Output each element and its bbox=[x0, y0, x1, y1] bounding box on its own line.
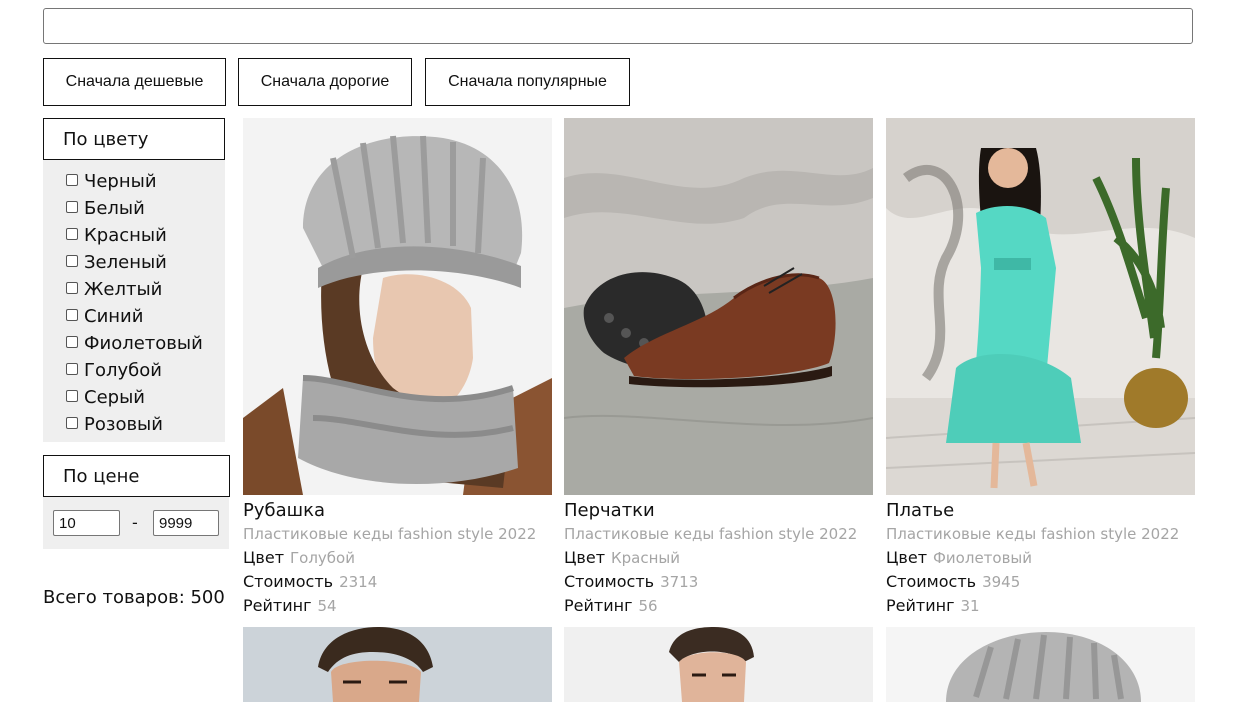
product-image-dress[interactable] bbox=[886, 118, 1195, 495]
color-option-label: Фиолетовый bbox=[84, 333, 203, 354]
product-description: Пластиковые кеды fashion style 2022 bbox=[886, 525, 1180, 543]
color-filter-title: По цвету bbox=[43, 118, 225, 160]
product-price-value: 2314 bbox=[339, 573, 378, 591]
product-color-value: Фиолетовый bbox=[933, 549, 1033, 567]
color-option-red[interactable]: Красный bbox=[66, 222, 203, 249]
product-image-hat-scarf[interactable] bbox=[243, 118, 552, 495]
product-image-shoes[interactable] bbox=[564, 118, 873, 495]
color-option-label: Серый bbox=[84, 387, 145, 408]
product-rating-row: Рейтинг 31 bbox=[886, 596, 1195, 616]
product-price-row: Стоимость 3945 bbox=[886, 572, 1195, 592]
product-rating-row: Рейтинг 56 bbox=[564, 596, 873, 616]
checkbox[interactable] bbox=[66, 254, 78, 267]
checkbox[interactable] bbox=[66, 389, 78, 402]
color-option-green[interactable]: Зеленый bbox=[66, 249, 203, 276]
checkbox[interactable] bbox=[66, 335, 78, 348]
product-price-value: 3945 bbox=[982, 573, 1021, 591]
rating-label: Рейтинг bbox=[564, 596, 633, 615]
color-option-label: Белый bbox=[84, 198, 145, 219]
checkbox[interactable] bbox=[66, 227, 78, 240]
product-card[interactable]: Перчатки Пластиковые кеды fashion style … bbox=[564, 118, 873, 616]
color-option-white[interactable]: Белый bbox=[66, 195, 203, 222]
product-card[interactable] bbox=[564, 627, 873, 702]
product-rating-value: 56 bbox=[638, 597, 658, 615]
sort-expensive-first-button[interactable]: Сначала дорогие bbox=[238, 58, 412, 106]
checkbox[interactable] bbox=[66, 308, 78, 321]
product-card[interactable] bbox=[886, 627, 1195, 702]
color-option-light-blue[interactable]: Голубой bbox=[66, 357, 203, 384]
color-option-black[interactable]: Черный bbox=[66, 168, 203, 195]
product-color-value: Красный bbox=[611, 549, 681, 567]
price-label: Стоимость bbox=[564, 572, 655, 591]
product-rating-row: Рейтинг 54 bbox=[243, 596, 552, 616]
color-filter-list: Черный Белый Красный Зеленый Желтый Сини… bbox=[66, 168, 203, 438]
price-label: Стоимость bbox=[886, 572, 977, 591]
product-description: Пластиковые кеды fashion style 2022 bbox=[564, 525, 858, 543]
product-card[interactable] bbox=[243, 627, 552, 702]
sort-popular-first-button[interactable]: Сначала популярные bbox=[425, 58, 630, 106]
checkbox[interactable] bbox=[66, 173, 78, 186]
search-input[interactable] bbox=[43, 8, 1193, 44]
product-color-value: Голубой bbox=[290, 549, 355, 567]
product-title[interactable]: Перчатки bbox=[564, 500, 873, 521]
price-label: Стоимость bbox=[243, 572, 334, 591]
price-max-input[interactable]: 9999 bbox=[153, 510, 219, 536]
rating-label: Рейтинг bbox=[886, 596, 955, 615]
color-option-label: Зеленый bbox=[84, 252, 167, 273]
color-option-yellow[interactable]: Желтый bbox=[66, 276, 203, 303]
product-title[interactable]: Платье bbox=[886, 500, 1195, 521]
color-label: Цвет bbox=[243, 548, 285, 567]
product-image-young-man[interactable] bbox=[564, 627, 873, 702]
color-option-blue[interactable]: Синий bbox=[66, 303, 203, 330]
color-option-label: Розовый bbox=[84, 414, 163, 435]
color-label: Цвет bbox=[886, 548, 928, 567]
checkbox[interactable] bbox=[66, 362, 78, 375]
sort-cheap-first-button[interactable]: Сначала дешевые bbox=[43, 58, 226, 106]
rating-label: Рейтинг bbox=[243, 596, 312, 615]
product-title[interactable]: Рубашка bbox=[243, 500, 552, 521]
color-option-label: Красный bbox=[84, 225, 167, 246]
color-label: Цвет bbox=[564, 548, 606, 567]
price-range-separator: - bbox=[132, 513, 138, 532]
product-price-row: Стоимость 2314 bbox=[243, 572, 552, 592]
product-card[interactable]: Рубашка Пластиковые кеды fashion style 2… bbox=[243, 118, 552, 616]
checkbox[interactable] bbox=[66, 281, 78, 294]
product-image-man-portrait[interactable] bbox=[243, 627, 552, 702]
product-color-row: Цвет Красный bbox=[564, 548, 873, 568]
color-option-label: Голубой bbox=[84, 360, 162, 381]
color-option-label: Желтый bbox=[84, 279, 163, 300]
color-option-purple[interactable]: Фиолетовый bbox=[66, 330, 203, 357]
product-card[interactable]: Платье Пластиковые кеды fashion style 20… bbox=[886, 118, 1195, 616]
checkbox[interactable] bbox=[66, 416, 78, 429]
checkbox[interactable] bbox=[66, 200, 78, 213]
product-color-row: Цвет Голубой bbox=[243, 548, 552, 568]
price-min-input[interactable]: 10 bbox=[53, 510, 120, 536]
total-products-count: Всего товаров: 500 bbox=[43, 587, 225, 608]
product-price-value: 3713 bbox=[660, 573, 699, 591]
color-option-label: Черный bbox=[84, 171, 157, 192]
product-image-knit-hat[interactable] bbox=[886, 627, 1195, 702]
product-color-row: Цвет Фиолетовый bbox=[886, 548, 1195, 568]
product-description: Пластиковые кеды fashion style 2022 bbox=[243, 525, 537, 543]
product-rating-value: 54 bbox=[317, 597, 337, 615]
product-price-row: Стоимость 3713 bbox=[564, 572, 873, 592]
price-filter-title: По цене bbox=[43, 455, 230, 497]
product-rating-value: 31 bbox=[960, 597, 980, 615]
color-option-label: Синий bbox=[84, 306, 144, 327]
color-option-pink[interactable]: Розовый bbox=[66, 411, 203, 438]
color-option-gray[interactable]: Серый bbox=[66, 384, 203, 411]
